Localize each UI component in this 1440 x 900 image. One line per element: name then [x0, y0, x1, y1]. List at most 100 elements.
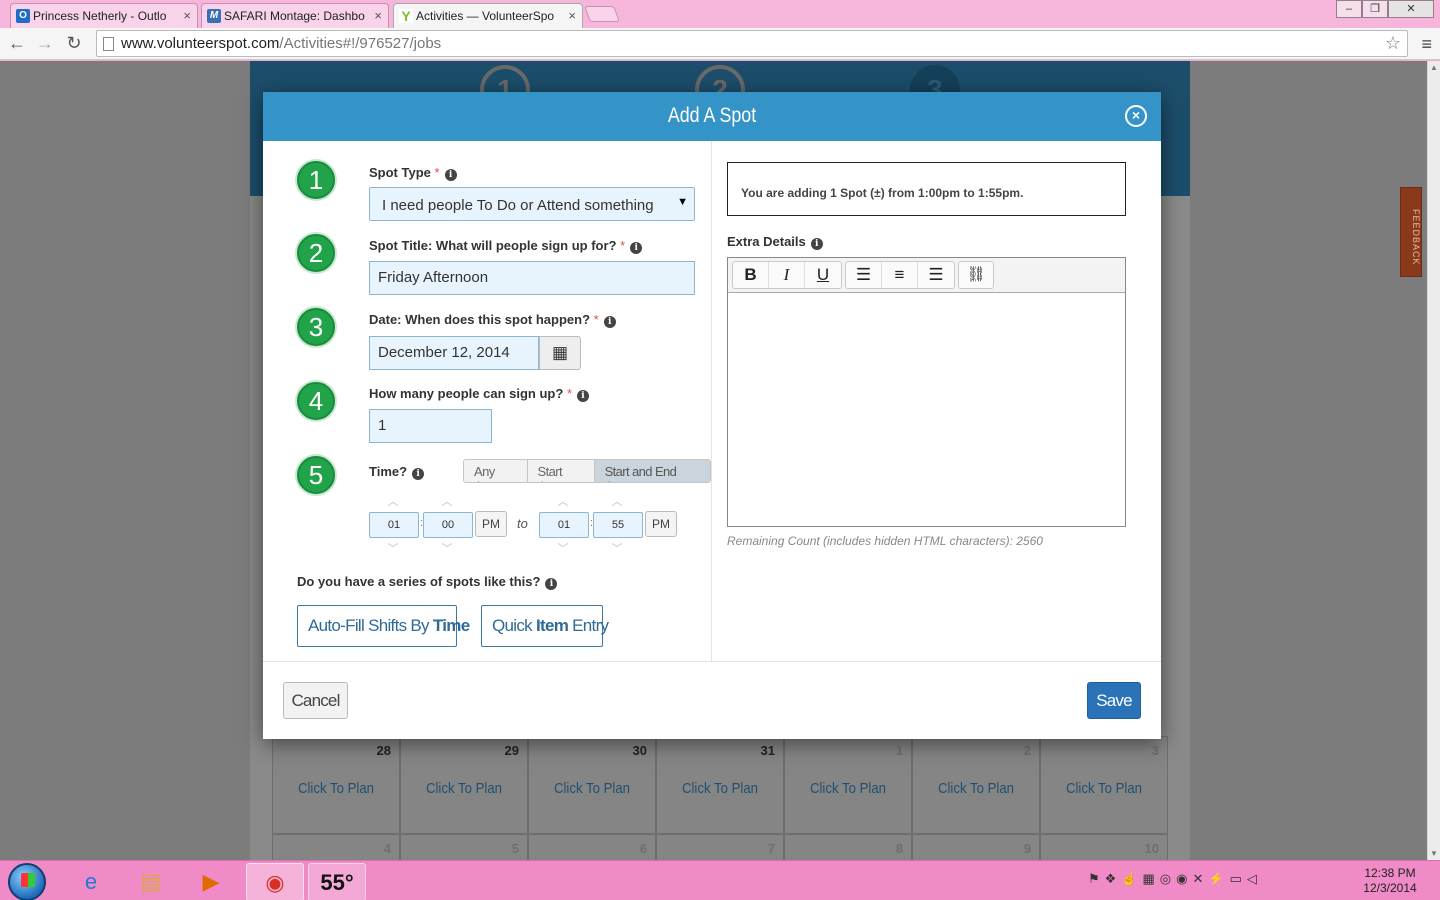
calendar-day-cell[interactable]: 10	[1040, 834, 1168, 860]
start-ampm-button[interactable]: PM	[475, 511, 507, 537]
tab-volunteerspot[interactable]: Y Activities — VolunteerSpo ×	[393, 3, 583, 28]
calendar-day-cell[interactable]: 28 Click To Plan	[272, 736, 400, 834]
info-icon[interactable]: i	[412, 468, 425, 480]
disc-icon[interactable]: ◎	[1160, 871, 1176, 886]
maximize-icon[interactable]: ❐	[1362, 0, 1388, 18]
end-hour-input[interactable]: 01	[539, 512, 589, 538]
info-icon[interactable]: i	[577, 390, 589, 402]
new-tab-button[interactable]	[584, 6, 620, 22]
calendar-day-cell[interactable]: 3 Click To Plan	[1040, 736, 1168, 834]
chrome-menu-icon[interactable]: ≡	[1421, 34, 1432, 55]
bold-button[interactable]: B	[733, 262, 769, 288]
end-min-up-icon[interactable]: ︿	[593, 493, 641, 509]
time-mode-start[interactable]: Start time	[527, 460, 595, 482]
scroll-down-icon[interactable]: ▼	[1430, 849, 1438, 858]
scroll-up-icon[interactable]: ▲	[1430, 63, 1438, 72]
display-icon[interactable]: ▭	[1230, 871, 1247, 886]
start-hour-down-icon[interactable]: ﹀	[369, 540, 417, 556]
calendar-day-cell[interactable]: 7	[656, 834, 784, 860]
calendar-day-cell[interactable]: 9	[912, 834, 1040, 860]
calendar-day-cell[interactable]: 5	[400, 834, 528, 860]
click-to-plan-link[interactable]: Click To Plan	[793, 780, 904, 797]
end-hour-up-icon[interactable]: ︿	[539, 493, 587, 509]
forward-arrow-icon[interactable]: →	[34, 33, 56, 54]
time-mode-start-end[interactable]: Start and End times	[594, 460, 710, 482]
start-min-down-icon[interactable]: ﹀	[423, 540, 471, 556]
info-icon[interactable]: i	[603, 316, 616, 328]
save-button[interactable]: Save	[1087, 682, 1141, 719]
flag-icon[interactable]: ⚑	[1088, 871, 1105, 886]
info-icon[interactable]: i	[545, 578, 558, 590]
dropbox-icon[interactable]: ❖	[1105, 871, 1122, 886]
system-clock[interactable]: 12:38 PM 12/3/2014	[1360, 866, 1420, 896]
end-min-down-icon[interactable]: ﹀	[593, 540, 641, 556]
people-count-input[interactable]: 1	[369, 409, 492, 443]
click-to-plan-link[interactable]: Click To Plan	[537, 780, 648, 797]
close-tab-icon[interactable]: ×	[374, 8, 382, 23]
minimize-icon[interactable]: –	[1336, 0, 1362, 18]
security-icon[interactable]: ◉	[1176, 871, 1192, 886]
editor-content-area[interactable]	[728, 293, 1125, 526]
calendar-day-cell[interactable]: 2 Click To Plan	[912, 736, 1040, 834]
volume-icon[interactable]: ◁	[1247, 871, 1262, 886]
calendar-day-cell[interactable]: 1 Click To Plan	[784, 736, 912, 834]
internet-explorer-icon[interactable]: e	[62, 863, 120, 900]
italic-button[interactable]: I	[769, 262, 805, 288]
end-ampm-button[interactable]: PM	[645, 511, 677, 537]
weather-widget[interactable]: 55°	[308, 863, 366, 900]
align-center-icon[interactable]: ≡	[882, 262, 918, 288]
back-arrow-icon[interactable]: ←	[6, 33, 28, 54]
calendar-day-cell[interactable]: 30 Click To Plan	[528, 736, 656, 834]
info-icon[interactable]: i	[444, 169, 457, 181]
power-icon[interactable]: ⚡	[1208, 871, 1229, 886]
quick-item-entry-button[interactable]: Quick Item Entry	[481, 605, 609, 647]
close-modal-icon[interactable]: ×	[1125, 105, 1147, 127]
close-window-icon[interactable]: ✕	[1388, 0, 1434, 18]
spot-title-input[interactable]: Friday Afternoon	[369, 261, 695, 295]
date-input[interactable]: December 12, 2014	[369, 336, 539, 370]
click-to-plan-link[interactable]: Click To Plan	[921, 780, 1032, 797]
network-icon[interactable]: ▦	[1143, 871, 1160, 886]
file-explorer-icon[interactable]: ▤	[122, 863, 180, 900]
spot-type-select[interactable]: I need people To Do or Attend something …	[369, 187, 695, 221]
cancel-button[interactable]: Cancel	[283, 682, 348, 719]
page-scrollbar[interactable]: ▲ ▼	[1427, 61, 1440, 860]
reload-icon[interactable]: ↻	[63, 33, 85, 54]
end-minute-input[interactable]: 55	[593, 512, 643, 538]
start-hour-up-icon[interactable]: ︿	[369, 493, 417, 509]
hand-icon[interactable]: ☝	[1121, 871, 1142, 886]
calendar-day-cell[interactable]: 31 Click To Plan	[656, 736, 784, 834]
calendar-day-cell[interactable]: 6	[528, 834, 656, 860]
start-hour-input[interactable]: 01	[369, 512, 419, 538]
start-minute-input[interactable]: 00	[423, 512, 473, 538]
bookmark-star-icon[interactable]: ☆	[1385, 33, 1401, 54]
underline-button[interactable]: U	[805, 262, 841, 288]
align-left-icon[interactable]: ☰	[846, 262, 882, 288]
calendar-icon[interactable]: ▦	[539, 336, 581, 370]
tab-outlook[interactable]: O Princess Netherly - Outlo ×	[10, 3, 198, 28]
start-min-up-icon[interactable]: ︿	[423, 493, 471, 509]
feedback-tab[interactable]: FEEDBACK	[1400, 187, 1422, 277]
calendar-day-cell[interactable]: 8	[784, 834, 912, 860]
time-mode-any[interactable]: Any time	[464, 460, 528, 482]
calendar-day-cell[interactable]: 29 Click To Plan	[400, 736, 528, 834]
info-icon[interactable]: i	[810, 238, 823, 250]
calendar-day-cell[interactable]: 4	[272, 834, 400, 860]
link-icon[interactable]: ⛓	[959, 262, 993, 288]
align-right-icon[interactable]: ☰	[918, 262, 954, 288]
antivirus-icon[interactable]: ✕	[1192, 871, 1208, 886]
start-button[interactable]	[8, 863, 46, 900]
click-to-plan-link[interactable]: Click To Plan	[409, 780, 520, 797]
chrome-icon[interactable]: ◉	[246, 863, 304, 900]
tab-safari-montage[interactable]: M SAFARI Montage: Dashbo ×	[201, 3, 389, 28]
close-tab-icon[interactable]: ×	[183, 8, 191, 23]
end-hour-down-icon[interactable]: ﹀	[539, 540, 587, 556]
auto-fill-shifts-button[interactable]: Auto-Fill Shifts By Time	[297, 605, 470, 647]
click-to-plan-link[interactable]: Click To Plan	[281, 780, 392, 797]
click-to-plan-link[interactable]: Click To Plan	[665, 780, 776, 797]
media-player-icon[interactable]: ▶	[182, 863, 240, 900]
close-tab-icon[interactable]: ×	[568, 8, 576, 23]
info-icon[interactable]: i	[630, 242, 643, 254]
address-bar[interactable]: www.volunteerspot.com/Activities#!/97652…	[96, 30, 1408, 57]
click-to-plan-link[interactable]: Click To Plan	[1049, 780, 1160, 797]
